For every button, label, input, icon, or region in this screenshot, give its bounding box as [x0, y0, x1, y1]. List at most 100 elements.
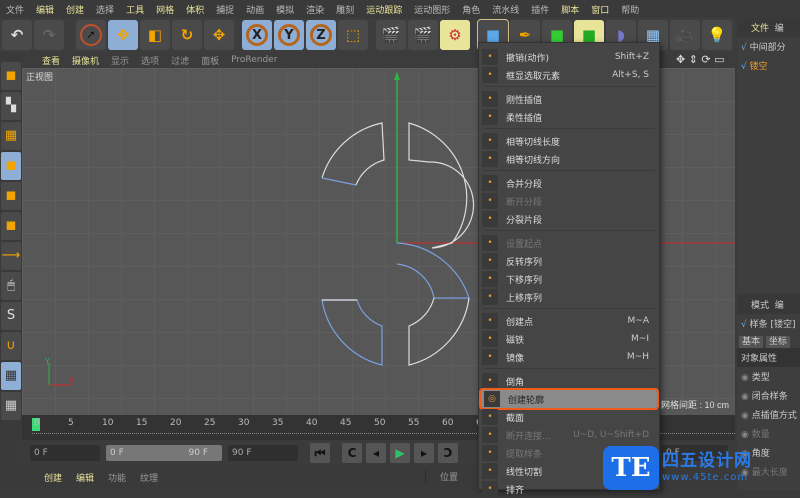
- attribute-row[interactable]: ◉ 数量: [737, 424, 800, 443]
- tab-mode[interactable]: 模式: [751, 301, 769, 311]
- viewport-menu-item[interactable]: ProRender: [231, 55, 277, 65]
- radio-icon[interactable]: ◉: [741, 430, 749, 440]
- menu-item-frame-selected[interactable]: • 框显选取元素 Alt+S, S: [479, 66, 659, 84]
- viewport-menu-item[interactable]: 选项: [141, 54, 159, 67]
- axis-mode-button[interactable]: ⟶: [1, 242, 21, 270]
- radio-icon[interactable]: ◉: [741, 392, 749, 402]
- menu-item-equal-tangent-length[interactable]: • 相等切线长度: [479, 132, 659, 150]
- select-tool-button[interactable]: ➚: [76, 20, 106, 50]
- tab-file[interactable]: 文件: [751, 24, 769, 34]
- edges-mode-button[interactable]: ◼: [1, 182, 21, 210]
- menu-item-explode-segments[interactable]: • 分裂片段: [479, 210, 659, 228]
- attribute-row[interactable]: ◉ 点插值方式: [737, 405, 800, 424]
- subtab-basic[interactable]: 基本: [739, 336, 764, 348]
- menu-item[interactable]: 工具: [120, 3, 150, 16]
- menu-item-break-segment[interactable]: • 断开分段: [479, 192, 659, 210]
- scale-tool-button[interactable]: ◧: [140, 20, 170, 50]
- object-item-selected[interactable]: √ 镂空: [737, 56, 800, 75]
- coordinate-system-button[interactable]: ⬚: [338, 20, 368, 50]
- radio-icon[interactable]: ◉: [741, 411, 749, 421]
- menu-item-create-outline[interactable]: ◎ 创建轮廓: [479, 388, 659, 410]
- menu-item[interactable]: 流水线: [486, 3, 525, 16]
- menu-item-create-point[interactable]: • 创建点 M~A: [479, 312, 659, 330]
- texture-mode-button[interactable]: ▚: [1, 92, 21, 120]
- viewport-menu-item[interactable]: 过滤: [171, 54, 189, 67]
- play-button[interactable]: ▶: [390, 443, 410, 463]
- undo-button[interactable]: ↶: [2, 20, 32, 50]
- menu-item-equal-tangent-direction[interactable]: • 相等切线方向: [479, 150, 659, 168]
- viewport-menu-item[interactable]: 显示: [111, 54, 129, 67]
- menu-item[interactable]: 体积: [180, 3, 210, 16]
- move-tool-button[interactable]: ✥: [108, 20, 138, 50]
- points-mode-button[interactable]: ◼: [1, 152, 21, 180]
- menu-item-move-up-sequence[interactable]: • 上移序列: [479, 288, 659, 306]
- menu-item-undo[interactable]: • 撤销(动作) Shift+Z: [479, 48, 659, 66]
- material-menu-item[interactable]: 纹理: [140, 471, 158, 484]
- menu-item-soft-interpolation[interactable]: • 柔性插值: [479, 108, 659, 126]
- menu-item[interactable]: 动画: [240, 3, 270, 16]
- tab-edit[interactable]: 编: [775, 301, 784, 311]
- preview-range-slider[interactable]: 0 F 90 F: [106, 445, 222, 461]
- menu-item[interactable]: 运动图形: [408, 3, 456, 16]
- planar-workplane-button[interactable]: ▦: [1, 392, 21, 420]
- tweak-mode-button[interactable]: 🖱: [1, 272, 21, 300]
- menu-item[interactable]: 创建: [60, 3, 90, 16]
- menu-item-disconnect[interactable]: • 断开连接... U~D, U~Shift+D: [479, 426, 659, 444]
- z-axis-lock-button[interactable]: Z: [306, 20, 336, 50]
- menu-item-cross-section[interactable]: • 截面: [479, 408, 659, 426]
- magnet-button[interactable]: ∪: [1, 332, 21, 360]
- attribute-row[interactable]: ◉ 闭合样条: [737, 386, 800, 405]
- y-axis-lock-button[interactable]: Y: [274, 20, 304, 50]
- material-menu-item[interactable]: 功能: [108, 471, 126, 484]
- material-menu-item[interactable]: 编辑: [76, 471, 94, 484]
- workplane-button[interactable]: ▦: [1, 122, 21, 150]
- attribute-row[interactable]: ◉ 类型: [737, 367, 800, 386]
- previous-key-button[interactable]: C: [342, 443, 362, 463]
- viewport-menu-item[interactable]: 查看: [42, 54, 60, 67]
- subtab-coord[interactable]: 坐标: [765, 336, 790, 348]
- menu-item[interactable]: 捕捉: [210, 3, 240, 16]
- menu-item[interactable]: 渲染: [300, 3, 330, 16]
- rotate-tool-button[interactable]: ↻: [172, 20, 202, 50]
- menu-item-reverse-sequence[interactable]: • 反转序列: [479, 252, 659, 270]
- menu-item-join-segment[interactable]: • 合并分段: [479, 174, 659, 192]
- menu-item[interactable]: 网格: [150, 3, 180, 16]
- x-axis-lock-button[interactable]: X: [242, 20, 272, 50]
- start-frame-field[interactable]: 0 F: [30, 445, 100, 461]
- render-picture-viewer-button[interactable]: 🎬: [408, 20, 438, 50]
- menu-item[interactable]: 文件: [0, 3, 30, 16]
- menu-item-mirror[interactable]: • 镜像 M~H: [479, 348, 659, 366]
- menu-item[interactable]: 帮助: [615, 3, 645, 16]
- menu-item[interactable]: 雕刻: [330, 3, 360, 16]
- camera-button[interactable]: 🎥: [670, 20, 700, 50]
- material-menu-item[interactable]: 创建: [44, 471, 62, 484]
- end-frame-field[interactable]: 90 F: [228, 445, 298, 461]
- lock-workplane-button[interactable]: ▦: [1, 362, 21, 390]
- menu-item[interactable]: 角色: [456, 3, 486, 16]
- menu-item[interactable]: 运动跟踪: [360, 3, 408, 16]
- viewport-menu-item[interactable]: 摄像机: [72, 54, 99, 67]
- snap-button[interactable]: S: [1, 302, 21, 330]
- menu-item[interactable]: 插件: [525, 3, 555, 16]
- menu-item[interactable]: 选择: [90, 3, 120, 16]
- menu-item[interactable]: 模拟: [270, 3, 300, 16]
- viewport-nav-icons[interactable]: ✥ ⇕ ⟳ ▭: [676, 53, 725, 66]
- menu-item[interactable]: 脚本: [555, 3, 585, 16]
- tab-edit[interactable]: 编: [775, 24, 784, 34]
- menu-item-hard-interpolation[interactable]: • 刚性插值: [479, 90, 659, 108]
- menu-item-set-first-point[interactable]: • 设置起点: [479, 234, 659, 252]
- polygons-mode-button[interactable]: ◼: [1, 212, 21, 240]
- model-mode-button[interactable]: ◼: [1, 62, 21, 90]
- previous-frame-button[interactable]: ◂: [366, 443, 386, 463]
- menu-item-chamfer[interactable]: • 倒角: [479, 372, 659, 390]
- render-settings-button[interactable]: ⚙: [440, 20, 470, 50]
- transform-tool-button[interactable]: ✥: [204, 20, 234, 50]
- menu-item-magnet[interactable]: • 磁铁 M~I: [479, 330, 659, 348]
- menu-item-move-down-sequence[interactable]: • 下移序列: [479, 270, 659, 288]
- object-item[interactable]: √ 中间部分: [737, 37, 800, 56]
- viewport-menu-item[interactable]: 面板: [201, 54, 219, 67]
- next-frame-button[interactable]: ▸: [414, 443, 434, 463]
- radio-icon[interactable]: ◉: [741, 373, 749, 383]
- light-button[interactable]: 💡: [702, 20, 732, 50]
- next-key-button[interactable]: Ↄ: [438, 443, 458, 463]
